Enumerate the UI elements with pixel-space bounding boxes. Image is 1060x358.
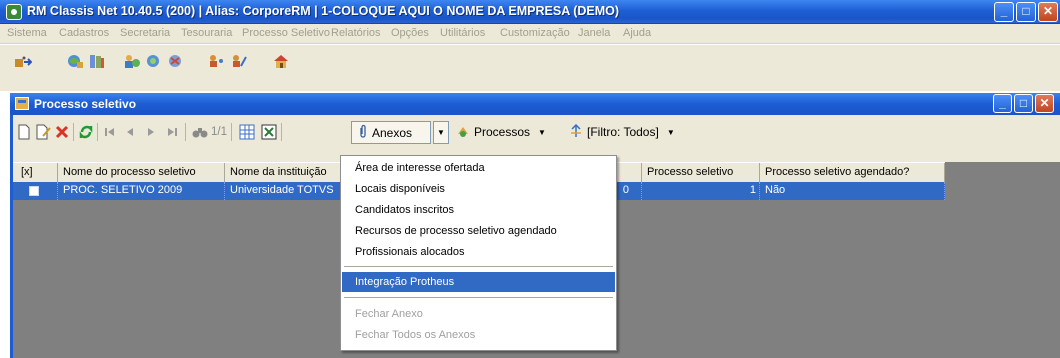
column-header-processo-seletivo[interactable]: Processo seletivo <box>642 163 760 183</box>
close-button[interactable]: ✕ <box>1038 2 1058 22</box>
processos-label: Processos <box>474 125 531 139</box>
menu-item-profissionais[interactable]: Profissionais alocados <box>342 242 615 262</box>
column-header-agendado[interactable]: Processo seletivo agendado? <box>760 163 945 183</box>
cell-nome-processo: PROC. SELETIVO 2009 <box>58 182 225 200</box>
app-logo-icon <box>6 4 22 20</box>
menu-ajuda[interactable]: Ajuda <box>623 27 651 39</box>
anexos-dropdown-arrow[interactable]: ▼ <box>433 121 449 144</box>
grid-toolbar: 1/1 Anexos ▼ Processos ▼ [Filtro: Todos]… <box>13 117 1060 147</box>
menu-tesouraria[interactable]: Tesouraria <box>181 27 232 39</box>
settings-globe-icon[interactable] <box>166 53 184 69</box>
processos-button[interactable]: Processos ▼ <box>456 124 546 140</box>
window-icon <box>15 97 29 110</box>
menu-item-fechar-todos[interactable]: Fechar Todos os Anexos <box>342 325 615 345</box>
toolbar-separator <box>281 123 282 141</box>
menu-relatorios[interactable]: Relatórios <box>331 27 381 39</box>
edit-record-icon[interactable] <box>35 124 51 140</box>
child-minimize-button[interactable]: _ <box>993 94 1012 113</box>
cell-processo-seletivo: 1 <box>642 182 760 200</box>
child-window-title: Processo seletivo <box>34 97 137 111</box>
network-icon[interactable] <box>144 53 162 69</box>
toolbar-separator <box>185 123 186 141</box>
menu-customizacao[interactable]: Customização <box>500 27 570 39</box>
cell-agendado: Não <box>760 182 945 200</box>
menu-item-candidatos-inscritos[interactable]: Candidatos inscritos <box>342 200 615 220</box>
child-close-button[interactable]: ✕ <box>1035 94 1054 113</box>
menu-item-area-interesse[interactable]: Área de interesse ofertada <box>342 158 615 178</box>
previous-record-icon[interactable] <box>124 124 136 140</box>
processos-dropdown-arrow: ▼ <box>538 127 546 137</box>
menu-secretaria[interactable]: Secretaria <box>120 27 170 39</box>
refresh-icon[interactable] <box>79 124 93 140</box>
menu-sistema[interactable]: Sistema <box>7 27 47 39</box>
user-edit-icon[interactable] <box>230 53 248 69</box>
maximize-button[interactable]: □ <box>1016 2 1036 22</box>
last-record-icon[interactable] <box>165 124 179 140</box>
menu-separator <box>344 297 613 298</box>
cell-nome-instituicao: Universidade TOTVS <box>225 182 342 200</box>
filter-button[interactable]: [Filtro: Todos] ▼ <box>569 123 675 141</box>
paperclip-icon <box>358 124 372 141</box>
app-titlebar[interactable]: RM Classis Net 10.40.5 (200) | Alias: Co… <box>0 0 1060 24</box>
new-record-icon[interactable] <box>17 124 31 140</box>
minimize-button[interactable]: _ <box>994 2 1014 22</box>
toolbar-separator <box>231 123 232 141</box>
menu-separator <box>344 266 613 267</box>
toolbar-separator <box>73 123 74 141</box>
filter-icon <box>569 123 583 141</box>
binoculars-icon[interactable] <box>192 124 208 140</box>
people-globe-icon[interactable] <box>123 53 141 69</box>
anexos-label: Anexos <box>372 125 413 140</box>
row-checkbox[interactable] <box>29 186 39 196</box>
anexos-button[interactable]: Anexos <box>351 121 431 144</box>
menu-item-recursos[interactable]: Recursos de processo seletivo agendado <box>342 221 615 241</box>
menu-opcoes[interactable]: Opções <box>391 27 429 39</box>
app-title: RM Classis Net 10.40.5 (200) | Alias: Co… <box>27 4 620 18</box>
row-select-cell[interactable] <box>13 182 58 200</box>
logoff-icon[interactable] <box>14 55 32 71</box>
home-icon[interactable] <box>272 53 290 69</box>
menu-item-locais-disponiveis[interactable]: Locais disponíveis <box>342 179 615 199</box>
menu-janela[interactable]: Janela <box>578 27 610 39</box>
page-indicator: 1/1 <box>211 126 227 138</box>
menu-cadastros[interactable]: Cadastros <box>59 27 109 39</box>
main-toolbar <box>0 45 1060 91</box>
grid-view-icon[interactable] <box>239 124 255 140</box>
menu-item-integracao-protheus[interactable]: Integração Protheus <box>342 272 615 292</box>
toolbar-separator <box>97 123 98 141</box>
column-header-select[interactable]: [x] <box>13 163 58 183</box>
child-window-titlebar[interactable]: Processo seletivo _ □ ✕ <box>10 93 1060 115</box>
process-icon <box>456 124 470 141</box>
books-icon[interactable] <box>88 53 106 69</box>
child-maximize-button[interactable]: □ <box>1014 94 1033 113</box>
next-record-icon[interactable] <box>145 124 157 140</box>
menu-item-fechar-anexo[interactable]: Fechar Anexo <box>342 304 615 324</box>
first-record-icon[interactable] <box>103 124 117 140</box>
menu-bar: Sistema Cadastros Secretaria Tesouraria … <box>0 24 1060 44</box>
filter-label: [Filtro: Todos] <box>587 125 659 139</box>
globe-config-icon[interactable] <box>66 53 84 69</box>
excel-export-icon[interactable] <box>261 124 277 140</box>
anexos-dropdown-menu: Área de interesse ofertada Locais dispon… <box>340 155 617 351</box>
menu-processo-seletivo[interactable]: Processo Seletivo <box>242 27 330 39</box>
users-icon[interactable] <box>208 53 226 69</box>
column-header-nome-processo[interactable]: Nome do processo seletivo <box>58 163 225 183</box>
filter-dropdown-arrow: ▼ <box>666 127 675 137</box>
column-header-nome-instituicao[interactable]: Nome da instituição <box>225 163 342 183</box>
delete-icon[interactable] <box>55 124 69 140</box>
menu-utilitarios[interactable]: Utilitários <box>440 27 485 39</box>
